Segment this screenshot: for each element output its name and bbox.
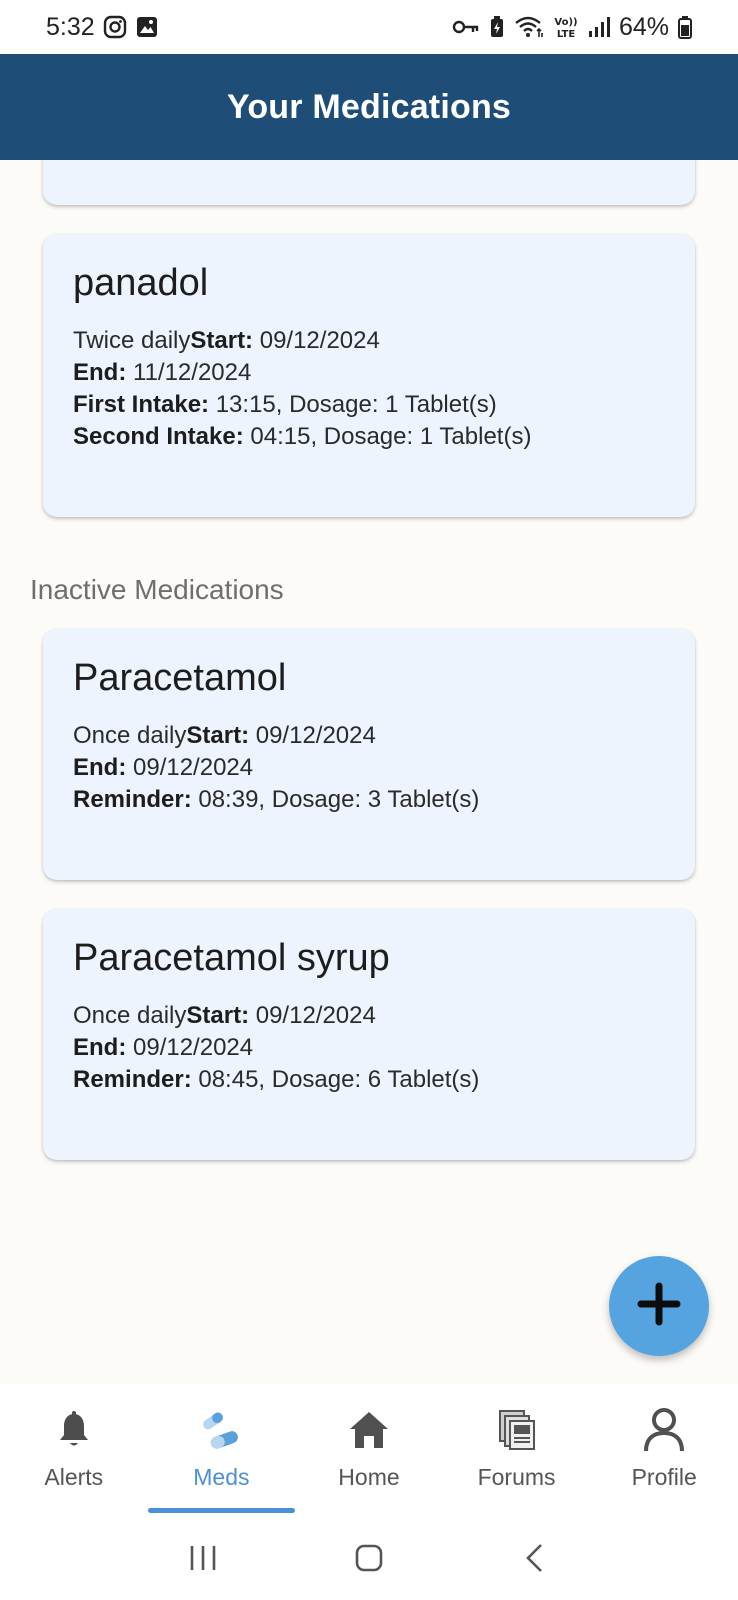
medication-card[interactable]: Paracetamol syrup Once dailyStart: 09/12… bbox=[43, 909, 695, 1160]
bell-icon bbox=[56, 1404, 92, 1456]
add-medication-button[interactable] bbox=[609, 1256, 709, 1356]
nav-item-forums[interactable]: Forums bbox=[443, 1384, 591, 1516]
nav-label: Forums bbox=[477, 1464, 556, 1490]
page-title: Your Medications bbox=[226, 87, 512, 126]
svg-text:LTE: LTE bbox=[557, 29, 576, 40]
medication-schedule: Once dailyStart: 09/12/2024 bbox=[73, 1002, 376, 1029]
app-bar: Your Medications bbox=[0, 54, 738, 160]
person-icon bbox=[642, 1404, 686, 1456]
status-bar: 5:32 Vo)) LTE 64% bbox=[0, 0, 738, 54]
nav-item-alerts[interactable]: Alerts bbox=[0, 1384, 148, 1516]
medication-schedule: Twice dailyStart: 09/12/2024 bbox=[73, 327, 380, 354]
battery-icon bbox=[678, 15, 692, 39]
vpn-key-icon bbox=[452, 18, 480, 36]
wifi-icon bbox=[514, 15, 544, 39]
recents-icon[interactable] bbox=[173, 1528, 233, 1588]
medication-name: panadol bbox=[73, 262, 209, 304]
medication-end: End: 09/12/2024 bbox=[73, 1034, 254, 1061]
inactive-section-heading: Inactive Medications bbox=[30, 574, 284, 605]
status-time: 5:32 bbox=[46, 12, 95, 41]
volte-icon: Vo)) LTE bbox=[553, 14, 579, 40]
medication-intake: Second Intake: 04:15, Dosage: 1 Tablet(s… bbox=[73, 423, 532, 450]
nav-item-meds[interactable]: Meds bbox=[148, 1384, 296, 1516]
medication-card[interactable]: panadol Twice dailyStart: 09/12/2024 End… bbox=[43, 234, 695, 517]
medication-name: Paracetamol bbox=[73, 657, 287, 699]
nav-label: Alerts bbox=[44, 1464, 104, 1490]
medication-card[interactable] bbox=[43, 160, 695, 205]
medication-intake: Reminder: 08:45, Dosage: 6 Tablet(s) bbox=[73, 1066, 480, 1093]
medication-name: Paracetamol syrup bbox=[73, 937, 390, 979]
system-nav-bar bbox=[0, 1516, 738, 1600]
medication-schedule: Once dailyStart: 09/12/2024 bbox=[73, 722, 376, 749]
medication-intake: Reminder: 08:39, Dosage: 3 Tablet(s) bbox=[73, 786, 480, 813]
instagram-icon bbox=[103, 15, 127, 39]
nav-item-home[interactable]: Home bbox=[295, 1384, 443, 1516]
svg-text:Vo)): Vo)) bbox=[554, 17, 577, 28]
medication-card[interactable]: Paracetamol Once dailyStart: 09/12/2024 … bbox=[43, 629, 695, 880]
medication-intake: First Intake: 13:15, Dosage: 1 Tablet(s) bbox=[73, 391, 497, 418]
medication-end: End: 09/12/2024 bbox=[73, 754, 254, 781]
battery-percent: 64% bbox=[618, 12, 669, 41]
battery-saver-icon bbox=[489, 15, 505, 39]
home-icon bbox=[348, 1404, 390, 1456]
nav-label: Home bbox=[338, 1464, 400, 1490]
plus-icon bbox=[637, 1282, 681, 1331]
pills-icon bbox=[198, 1404, 244, 1456]
nav-label: Profile bbox=[631, 1464, 697, 1490]
nav-item-profile[interactable]: Profile bbox=[590, 1384, 738, 1516]
bottom-nav: Alerts Meds Home Forums Profile bbox=[0, 1384, 738, 1516]
home-circle-icon[interactable] bbox=[339, 1528, 399, 1588]
active-tab-indicator bbox=[148, 1508, 295, 1513]
nav-label: Meds bbox=[193, 1464, 250, 1490]
medications-list[interactable]: panadol Twice dailyStart: 09/12/2024 End… bbox=[0, 160, 738, 1384]
medication-end: End: 11/12/2024 bbox=[73, 359, 252, 386]
signal-icon bbox=[588, 16, 610, 38]
back-icon[interactable] bbox=[505, 1528, 565, 1588]
gallery-icon bbox=[135, 15, 159, 39]
forums-icon bbox=[497, 1404, 537, 1456]
